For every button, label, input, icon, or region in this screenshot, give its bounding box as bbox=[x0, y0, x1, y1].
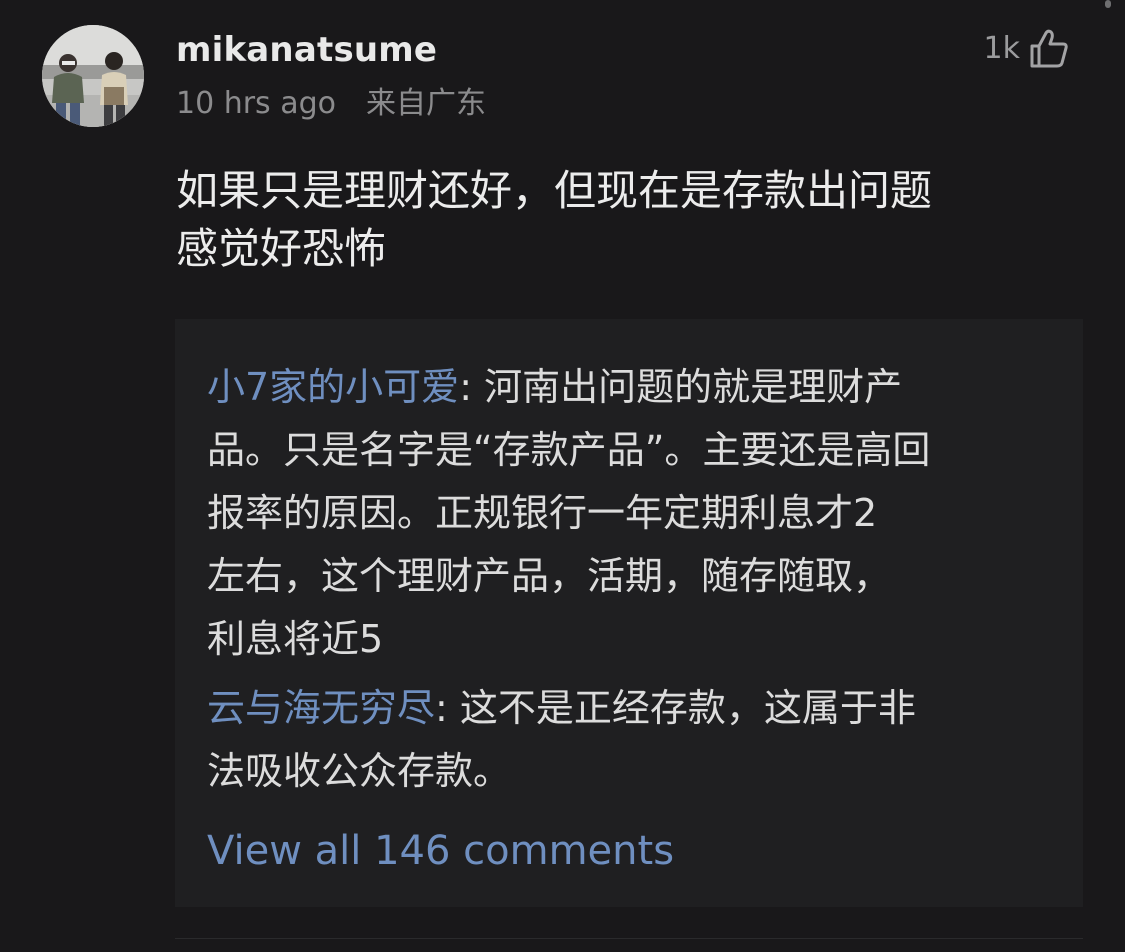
location-label: 来自广东 bbox=[366, 86, 487, 121]
reply-text-line: 法吸收公众存款。 bbox=[207, 749, 512, 793]
reply-text-line: 左右，这个理财产品，活期，随存随取， bbox=[207, 554, 892, 598]
comment-meta: 10 hrs ago 来自广东 bbox=[176, 83, 486, 125]
comment-text: 如果只是理财还好，但现在是存款出问题 感觉好恐怖 bbox=[176, 162, 1076, 278]
like-count: 1k bbox=[983, 31, 1020, 66]
replies-preview: 小7家的小可爱: 河南出问题的就是理财产 品。只是名字是“存款产品”。主要还是高… bbox=[175, 319, 1083, 907]
reply-author[interactable]: 云与海无穷尽 bbox=[207, 686, 435, 730]
username[interactable]: mikanatsume bbox=[176, 28, 437, 72]
comment-text-line: 感觉好恐怖 bbox=[176, 224, 387, 273]
comment-text-line: 如果只是理财还好，但现在是存款出问题 bbox=[176, 166, 933, 215]
reply-item[interactable]: 云与海无穷尽: 这不是正经存款，这属于非 法吸收公众存款。 bbox=[207, 677, 1057, 803]
reply-text: : 这不是正经存款，这属于非 bbox=[435, 686, 916, 730]
reply-item[interactable]: 小7家的小可爱: 河南出问题的就是理财产 品。只是名字是“存款产品”。主要还是高… bbox=[207, 356, 1057, 671]
reply-first-line: 云与海无穷尽: 这不是正经存款，这属于非 bbox=[207, 677, 1057, 740]
reply-first-line: 小7家的小可爱: 河南出问题的就是理财产 bbox=[207, 356, 1057, 419]
reply-author[interactable]: 小7家的小可爱 bbox=[207, 365, 459, 409]
like-button[interactable]: 1k bbox=[984, 26, 1070, 72]
reply-text-line: 品。只是名字是“存款产品”。主要还是高回 bbox=[207, 428, 931, 472]
reply-text-line: 报率的原因。正规银行一年定期利息才2 bbox=[207, 491, 878, 535]
divider bbox=[175, 938, 1083, 939]
view-all-comments-link[interactable]: View all 146 comments bbox=[207, 823, 674, 879]
reply-text: : 河南出问题的就是理财产 bbox=[459, 365, 903, 409]
reply-text-line: 利息将近5 bbox=[207, 617, 384, 661]
scroll-indicator bbox=[1105, 0, 1111, 8]
timestamp: 10 hrs ago bbox=[176, 86, 337, 121]
thumbs-up-icon[interactable] bbox=[1028, 28, 1070, 70]
avatar-photo bbox=[42, 25, 144, 127]
avatar[interactable] bbox=[42, 25, 144, 127]
